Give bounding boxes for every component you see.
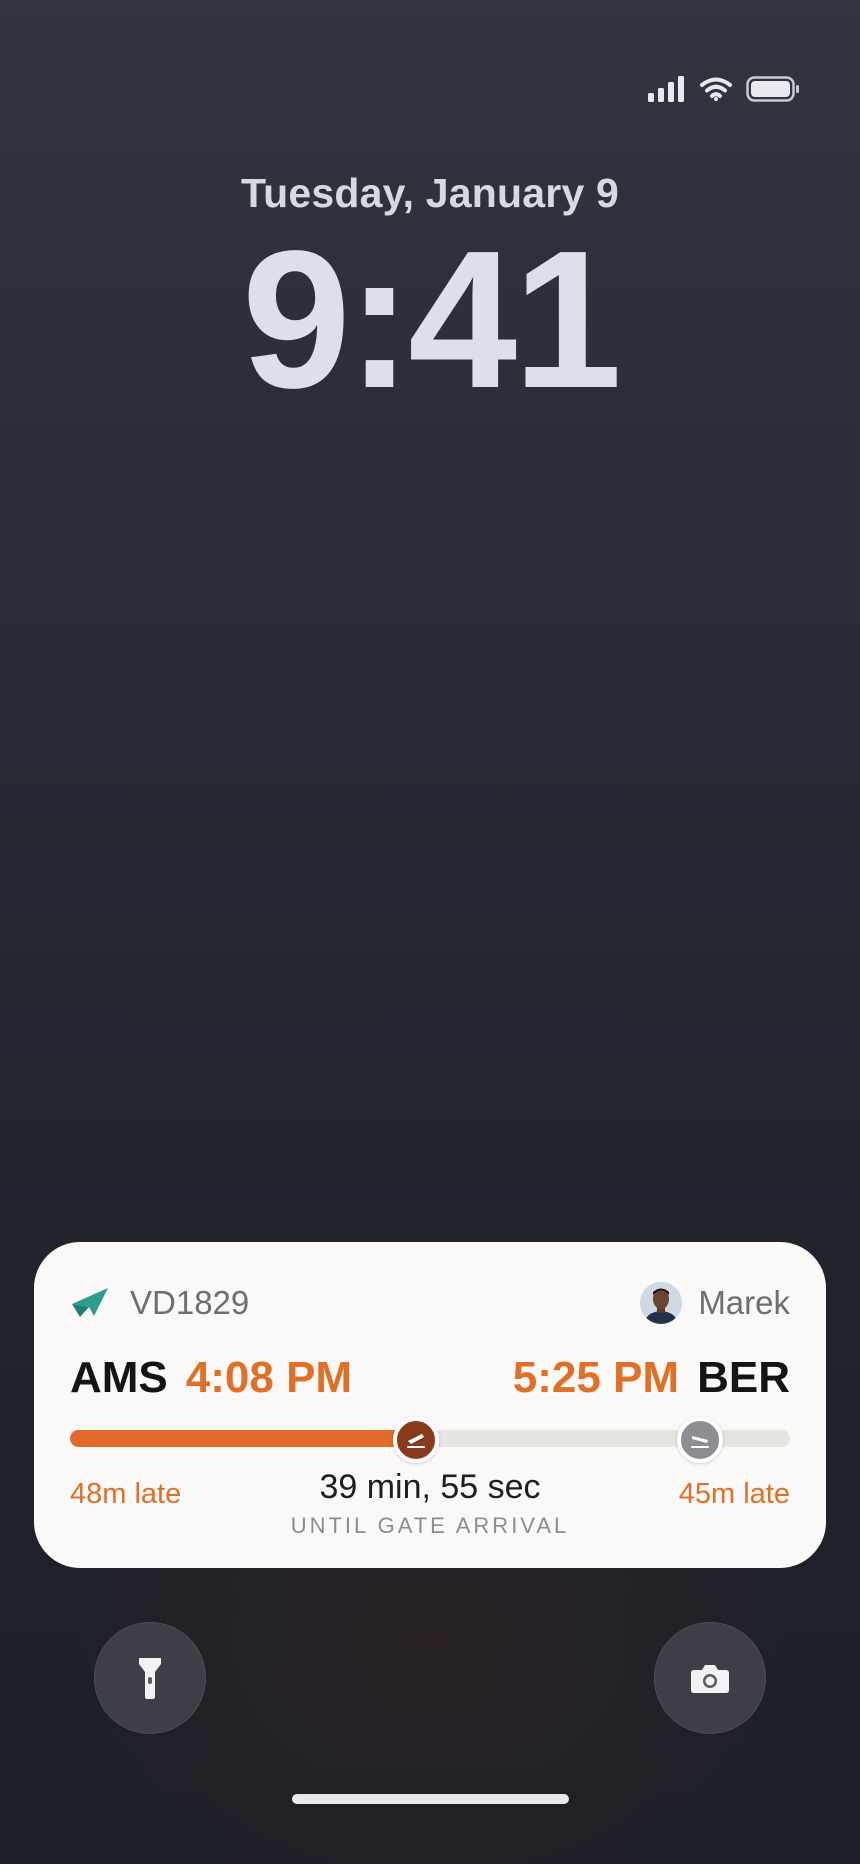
- paper-plane-icon: [70, 1286, 110, 1320]
- card-header: VD1829 Marek: [70, 1278, 790, 1328]
- plane-landing-icon: [677, 1417, 723, 1463]
- destination-airport: BER: [697, 1353, 790, 1402]
- flight-progress-bar: [70, 1417, 790, 1463]
- countdown-label: UNTIL GATE ARRIVAL: [290, 1513, 570, 1538]
- departure-time: 4:08 PM: [185, 1353, 353, 1402]
- progress-fill: [70, 1430, 416, 1447]
- flight-id: VD1829: [70, 1284, 249, 1322]
- arrival-delay: 45m late: [678, 1478, 790, 1510]
- home-indicator[interactable]: [292, 1794, 569, 1804]
- flight-route: AMS 4:08 PM 5:25 PM BER: [70, 1350, 790, 1406]
- flight-status-row: 48m late 39 min, 55 sec UNTIL GATE ARRIV…: [70, 1464, 790, 1544]
- flashlight-button[interactable]: [94, 1622, 206, 1734]
- avatar: [640, 1282, 683, 1324]
- passenger: Marek: [640, 1282, 790, 1324]
- lock-screen-time: 9:41: [241, 210, 622, 429]
- destination: 5:25 PM BER: [513, 1353, 790, 1403]
- origin-airport: AMS: [70, 1353, 168, 1402]
- cellular-signal-icon: [648, 76, 684, 102]
- flight-number: VD1829: [130, 1284, 250, 1321]
- battery-icon: [746, 76, 799, 102]
- camera-icon: [691, 1665, 729, 1693]
- camera-button[interactable]: [654, 1622, 766, 1734]
- wifi-icon: [700, 77, 732, 101]
- status-bar: [648, 76, 800, 102]
- origin: AMS 4:08 PM: [70, 1353, 352, 1403]
- flight-live-activity[interactable]: VD1829 Marek AMS 4:08 PM 5:25 PM BER 48m…: [34, 1242, 826, 1568]
- flashlight-icon: [139, 1658, 161, 1699]
- plane-takeoff-icon: [392, 1417, 439, 1463]
- arrival-time: 5:25 PM: [512, 1353, 680, 1402]
- passenger-name: Marek: [698, 1284, 790, 1321]
